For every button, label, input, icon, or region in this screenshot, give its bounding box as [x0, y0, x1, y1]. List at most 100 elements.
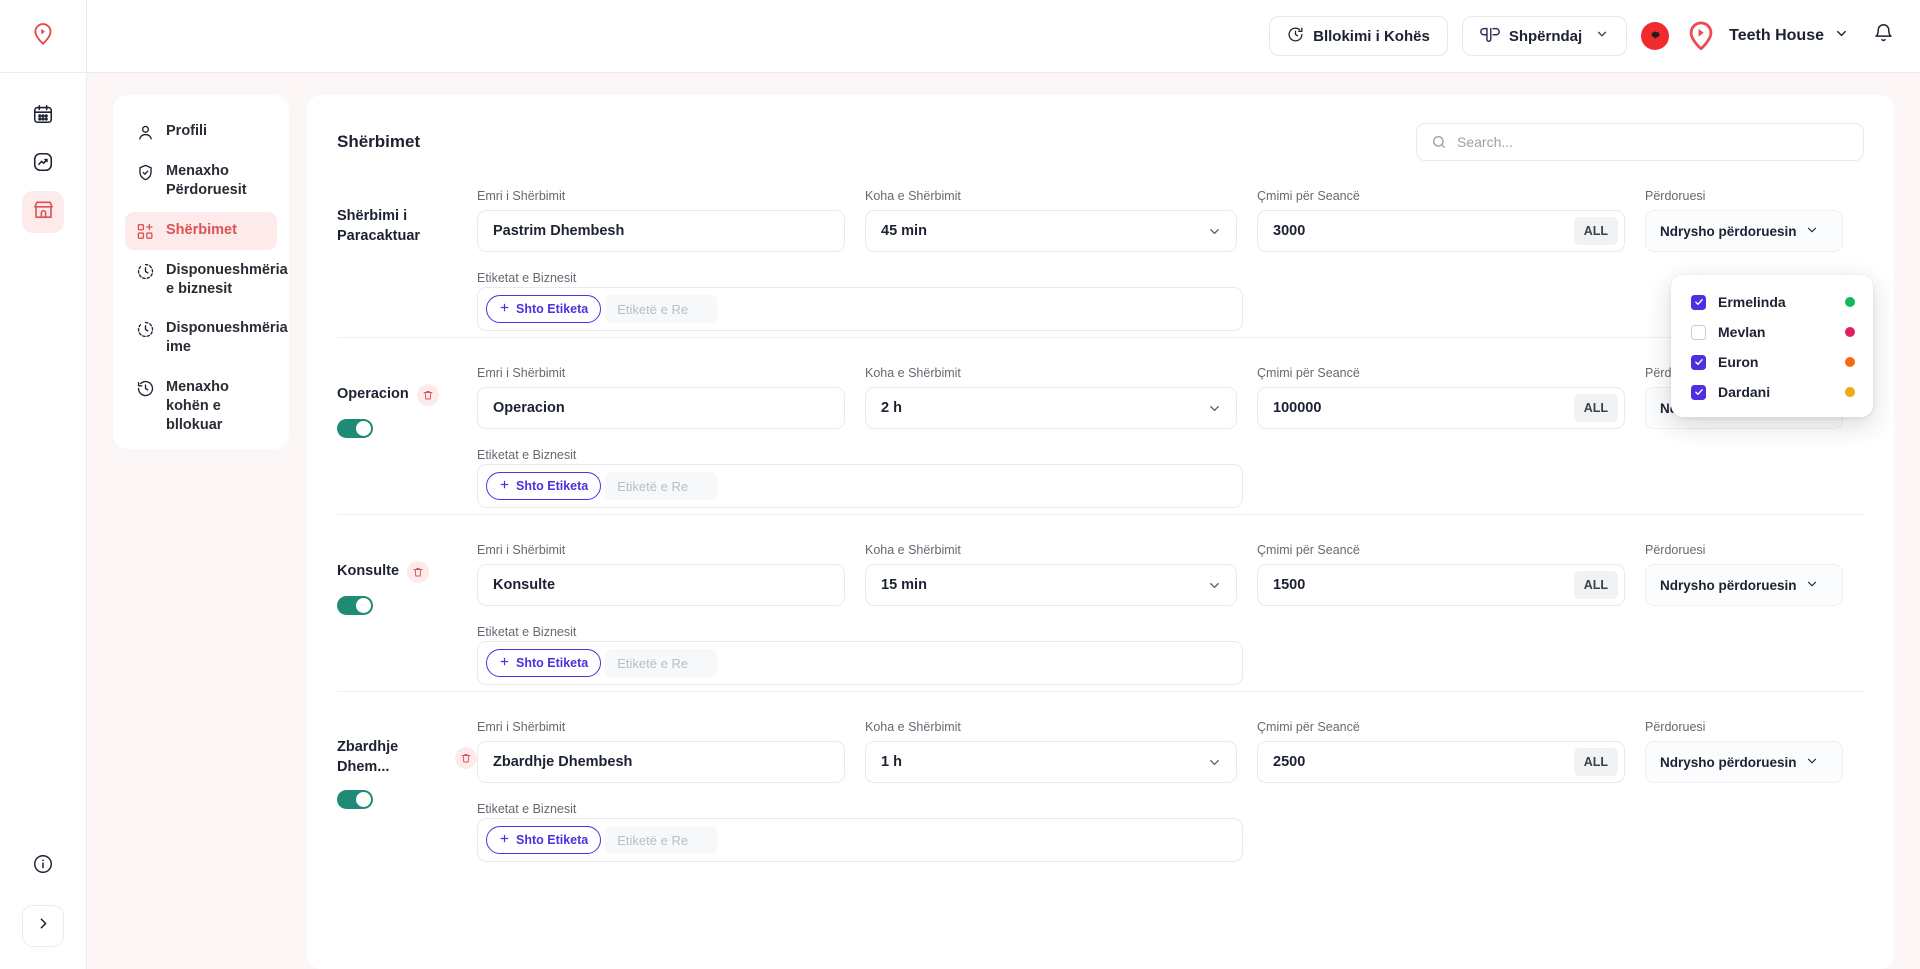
new-tag-input[interactable] [605, 295, 718, 323]
new-tag-input[interactable] [605, 826, 718, 854]
brand-account-menu[interactable]: Teeth House [1683, 18, 1849, 54]
checkbox-icon[interactable] [1691, 294, 1706, 310]
checkbox-icon[interactable] [1691, 384, 1706, 400]
link-icon [1479, 26, 1500, 46]
user-color-dot [1845, 357, 1855, 367]
field-label: Përdoruesi [1645, 543, 1706, 557]
user-icon [135, 122, 155, 142]
chevron-down-icon [1805, 577, 1819, 594]
sidebar-item-menaxho-perdoruesit[interactable]: Menaxho Përdoruesit [125, 153, 277, 210]
field-group: Emri i Shërbimit Zbardhje Dhembesh Koha … [477, 720, 1864, 783]
clock-dashed-icon [135, 319, 155, 339]
brand-logo-avatar-icon [1683, 18, 1719, 54]
service-time-select[interactable]: 15 min [865, 564, 1237, 606]
user-filter-dropdown: Ermelinda Mevlan Euron Dardani [1671, 275, 1873, 417]
tags-box: Shto Etiketa [477, 464, 1243, 508]
info-button[interactable] [22, 845, 64, 887]
field-group: Emri i Shërbimit Konsulte Koha e Shërbim… [477, 543, 1864, 606]
share-label: Shpërndaj [1508, 27, 1583, 45]
service-row-fields: Emri i Shërbimit Konsulte Koha e Shërbim… [477, 543, 1864, 685]
service-name-input[interactable]: Zbardhje Dhembesh [477, 741, 845, 783]
dropdown-option-dardani[interactable]: Dardani [1671, 377, 1873, 407]
service-name-field: Emri i Shërbimit Pastrim Dhembesh [477, 189, 845, 252]
share-button[interactable]: Shpërndaj [1461, 16, 1628, 56]
sidebar-item-profili[interactable]: Profili [125, 113, 277, 151]
field-label: Etiketat e Biznesit [477, 625, 577, 639]
rail-item-analytics[interactable] [22, 143, 64, 185]
add-tag-button[interactable]: Shto Etiketa [486, 649, 602, 677]
rail-bottom-group [0, 845, 86, 969]
service-time-select[interactable]: 1 h [865, 741, 1237, 783]
tags-block: Etiketat e Biznesit Shto Etiketa [477, 800, 1243, 862]
change-user-label: Ndrysho përdoruesin [1660, 754, 1797, 770]
checkbox-icon[interactable] [1691, 354, 1706, 370]
dropdown-option-label: Mevlan [1718, 324, 1766, 340]
field-label: Etiketat e Biznesit [477, 271, 577, 285]
sidebar-item-disponueshmeria-biznesit[interactable]: Disponueshmëria e biznesit [125, 252, 288, 309]
user-color-dot [1845, 387, 1855, 397]
service-price-field: Çmimi për Seancë 3000 ALL [1257, 189, 1625, 252]
checkbox-icon[interactable] [1691, 324, 1706, 340]
dropdown-option-euron[interactable]: Euron [1671, 347, 1873, 377]
field-label: Etiketat e Biznesit [477, 802, 577, 816]
service-time-field: Koha e Shërbimit 15 min [865, 543, 1237, 606]
dropdown-option-mevlan[interactable]: Mevlan [1671, 317, 1873, 347]
chevron-down-icon [1805, 754, 1819, 771]
trash-icon [413, 568, 423, 577]
delete-service-button[interactable] [416, 384, 439, 406]
time-block-button[interactable]: Bllokimi i Kohës [1269, 16, 1448, 56]
service-active-toggle[interactable] [337, 419, 373, 438]
currency-badge: ALL [1573, 748, 1618, 776]
service-title-label: Zbardhje Dhem... [337, 739, 399, 775]
clock-history-icon [135, 378, 155, 398]
change-user-select[interactable]: Ndrysho përdoruesin [1645, 741, 1843, 783]
sidebar-item-disponueshmeria-ime[interactable]: Disponueshmëria ime [125, 310, 288, 367]
search-input[interactable] [1416, 123, 1864, 161]
tags-block: Etiketat e Biznesit Shto Etiketa [477, 446, 1243, 508]
user-color-dot [1845, 327, 1855, 337]
notifications-button[interactable] [1873, 23, 1894, 49]
delete-service-button[interactable] [407, 561, 430, 583]
change-user-select[interactable]: Ndrysho përdoruesin [1645, 210, 1843, 252]
service-price-input[interactable]: 2500 [1257, 741, 1625, 783]
plus-icon [499, 656, 510, 670]
sidebar-item-label: Disponueshmëria ime [166, 320, 288, 356]
add-tag-button[interactable]: Shto Etiketa [486, 295, 602, 323]
service-price-input[interactable]: 1500 [1257, 564, 1625, 606]
new-tag-input[interactable] [605, 472, 718, 500]
location-pin-logo-icon [30, 21, 56, 52]
expand-sidebar-button[interactable] [22, 905, 64, 947]
service-price-input[interactable]: 100000 [1257, 387, 1625, 429]
dropdown-option-label: Ermelinda [1718, 294, 1786, 310]
service-time-select[interactable]: 2 h [865, 387, 1237, 429]
app-logo[interactable] [0, 0, 87, 73]
service-name-input[interactable]: Konsulte [477, 564, 845, 606]
service-active-toggle[interactable] [337, 790, 373, 810]
rail-item-calendar[interactable] [22, 95, 64, 137]
service-active-toggle[interactable] [337, 596, 373, 615]
field-label: Çmimi për Seancë [1257, 720, 1360, 734]
clock-icon [1287, 26, 1304, 47]
dropdown-option-ermelinda[interactable]: Ermelinda [1671, 287, 1873, 317]
change-user-select[interactable]: Ndrysho përdoruesin [1645, 564, 1843, 606]
field-label: Çmimi për Seancë [1257, 366, 1360, 380]
plus-icon [499, 302, 510, 316]
delete-service-button[interactable] [455, 746, 477, 769]
price-wrapper: 3000 ALL [1257, 210, 1625, 252]
service-time-select[interactable]: 45 min [865, 210, 1237, 252]
rail-item-storefront[interactable] [22, 191, 64, 233]
chevron-down-icon [1834, 26, 1849, 46]
service-name-input[interactable]: Operacion [477, 387, 845, 429]
tags-box: Shto Etiketa [477, 287, 1243, 331]
service-price-field: Çmimi për Seancë 2500 ALL [1257, 720, 1625, 783]
albania-flag-badge[interactable] [1641, 22, 1670, 50]
sidebar-item-sherbimet[interactable]: Shërbimet [125, 211, 277, 250]
sidebar-item-menaxho-kohen[interactable]: Menaxho kohën e bllokuar [125, 369, 277, 445]
service-price-input[interactable]: 3000 [1257, 210, 1625, 252]
new-tag-input[interactable] [605, 649, 718, 677]
service-row-title: Zbardhje Dhem... [337, 738, 477, 777]
add-tag-button[interactable]: Shto Etiketa [486, 472, 602, 500]
service-name-input[interactable]: Pastrim Dhembesh [477, 210, 845, 252]
service-row: Operacion Emri i Shërbimit Operacion Koh… [337, 337, 1864, 514]
add-tag-button[interactable]: Shto Etiketa [486, 826, 602, 854]
